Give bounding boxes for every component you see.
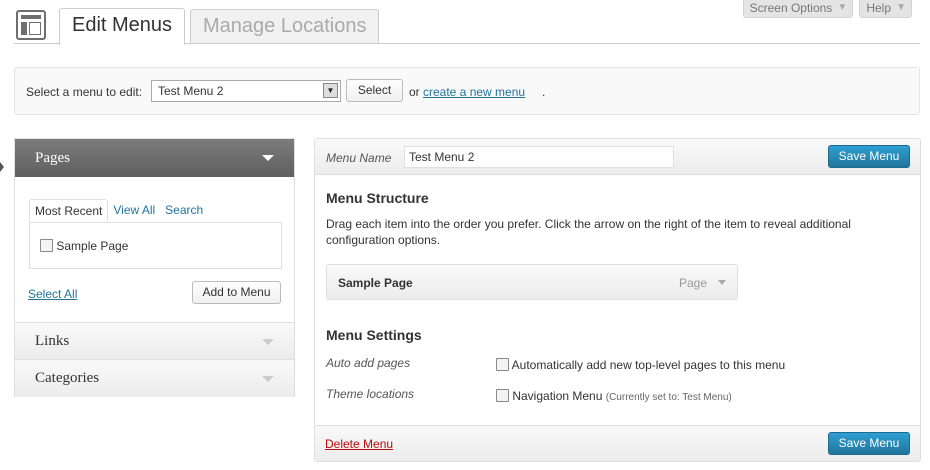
menu-editor-header: Menu Name Test Menu 2 Save Menu <box>315 139 920 175</box>
select-menu-label: Select a menu to edit: <box>26 85 143 99</box>
auto-add-pages-text: Automatically add new top-level pages to… <box>511 358 786 372</box>
menu-editor-footer: Delete Menu Save Menu <box>315 425 920 461</box>
nav-tab-wrapper: Edit Menus Manage Locations <box>14 8 920 45</box>
item-expand-arrow-icon[interactable] <box>718 280 726 285</box>
add-to-menu-button[interactable]: Add to Menu <box>192 281 281 304</box>
menu-name-label: Menu Name <box>326 151 392 165</box>
current-location-note: (Currently set to: Test Menu) <box>605 392 732 403</box>
menu-name-input[interactable]: Test Menu 2 <box>404 146 674 168</box>
tab-view-all[interactable]: View All <box>108 199 160 222</box>
select-button[interactable]: Select <box>346 79 403 102</box>
create-new-menu-text: create a new menu <box>423 85 526 99</box>
select-all-link[interactable]: Select All <box>28 287 77 301</box>
manage-menus-bar: Select a menu to edit: Test Menu 2 ▼ Sel… <box>14 67 920 115</box>
accordion-pages-title: Pages <box>35 150 70 166</box>
period-text: . <box>542 85 546 99</box>
triangle-down-icon <box>262 339 274 345</box>
sample-page-label: Sample Page <box>56 239 129 253</box>
tab-most-recent[interactable]: Most Recent <box>29 199 109 222</box>
sample-page-checkbox[interactable] <box>40 239 53 252</box>
menu-item-title: Sample Page <box>338 276 413 290</box>
menu-structure-title: Menu Structure <box>326 190 429 206</box>
tab-edit-menus[interactable]: Edit Menus <box>59 8 186 45</box>
menu-editor: Menu Name Test Menu 2 Save Menu Menu Str… <box>314 138 921 462</box>
save-menu-button-footer[interactable]: Save Menu <box>828 432 910 455</box>
dropdown-arrow-icon[interactable]: ▼ <box>323 83 338 98</box>
accordion-links-title: Links <box>35 333 70 349</box>
menu-structure-description: Drag each item into the order you prefer… <box>326 217 851 247</box>
pages-tabs: Most Recent View All Search <box>29 199 208 222</box>
list-item: Sample Page <box>40 239 128 253</box>
create-new-menu-link[interactable]: create a new menu <box>423 85 525 99</box>
menu-select-dropdown[interactable]: Test Menu 2 ▼ <box>151 80 341 102</box>
menu-items-accordion: Pages Most Recent View All Search Sample… <box>14 138 295 397</box>
accordion-categories-header[interactable]: Categories <box>15 360 294 397</box>
or-text: or <box>409 85 420 99</box>
menu-item-type: Page <box>678 276 707 290</box>
menu-settings-title: Menu Settings <box>326 327 422 343</box>
save-menu-button[interactable]: Save Menu <box>828 145 910 168</box>
accordion-categories-title: Categories <box>35 370 100 386</box>
tab-manage-locations[interactable]: Manage Locations <box>190 9 380 43</box>
navigation-menu-text: Navigation Menu <box>512 389 603 403</box>
triangle-down-icon <box>262 376 274 382</box>
accordion-pages-body: Most Recent View All Search Sample Page … <box>15 177 294 323</box>
auto-add-pages-label: Auto add pages <box>326 356 411 370</box>
accordion-links-header[interactable]: Links <box>15 323 294 360</box>
delete-menu-link[interactable]: Delete Menu <box>325 437 393 451</box>
collapse-arrow-icon[interactable] <box>0 162 4 172</box>
pages-tab-panel: Sample Page <box>29 222 282 269</box>
theme-locations-setting: Navigation Menu (Currently set to: Test … <box>496 389 732 403</box>
navigation-menu-checkbox[interactable] <box>496 389 509 402</box>
menus-icon <box>16 10 46 40</box>
menu-select-value: Test Menu 2 <box>158 84 224 98</box>
triangle-down-icon <box>262 155 274 161</box>
tab-search[interactable]: Search <box>160 199 208 222</box>
menu-item-sample-page[interactable]: Sample Page Page <box>326 264 738 300</box>
theme-locations-label: Theme locations <box>326 387 415 401</box>
auto-add-pages-setting: Automatically add new top-level pages to… <box>496 358 785 372</box>
accordion-pages-header[interactable]: Pages <box>15 139 294 177</box>
auto-add-pages-checkbox[interactable] <box>496 358 509 371</box>
